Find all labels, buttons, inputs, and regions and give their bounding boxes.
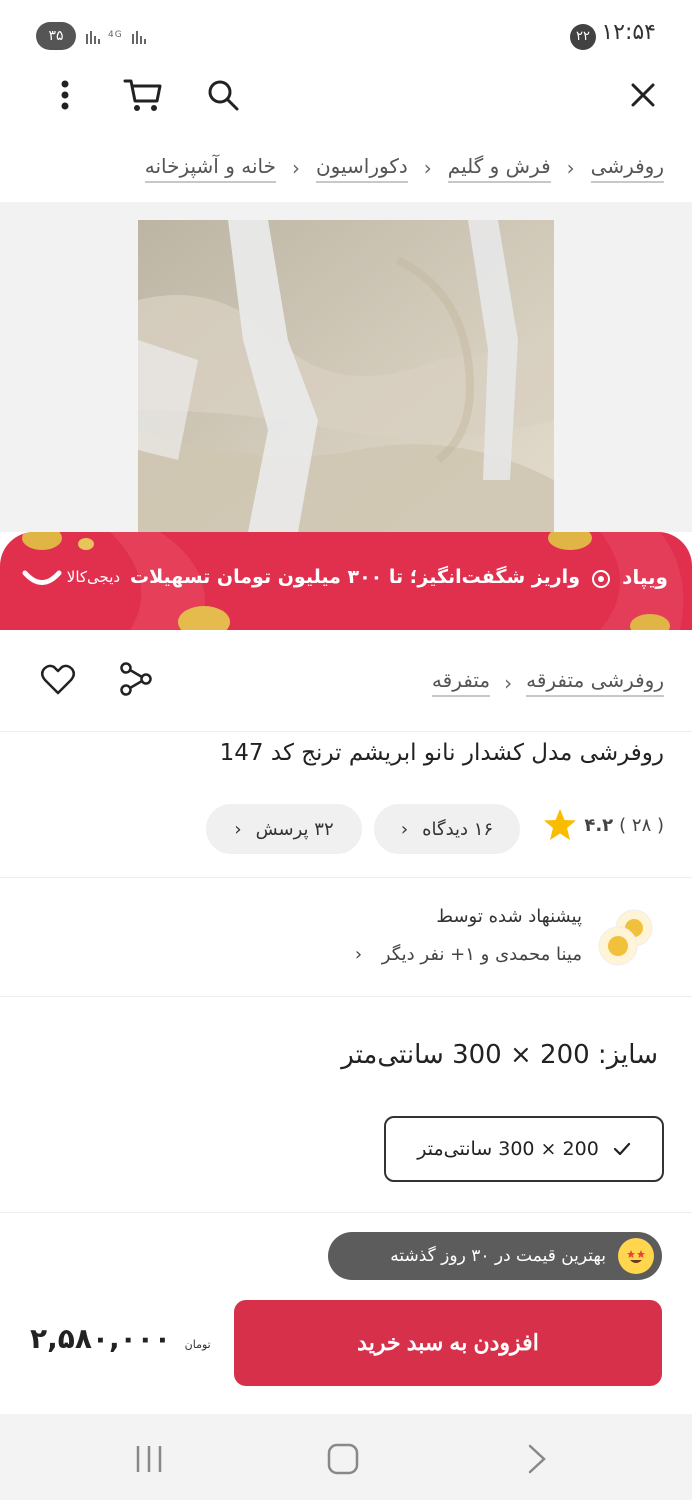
category-row: متفرقه ‹ روفرشی متفرقه [0, 630, 692, 732]
close-icon[interactable] [620, 72, 666, 118]
notification-count-badge: ۲۲ [570, 24, 596, 50]
divider [0, 1212, 692, 1213]
status-bar: ۱۲:۵۴ ۲۲ ۳۵ 4G [0, 0, 692, 70]
search-icon[interactable] [200, 72, 246, 118]
best-price-badge: بهترین قیمت در ۳۰ روز گذشته [328, 1232, 662, 1280]
add-to-cart-button[interactable]: افزودن به سبد خرید [234, 1300, 662, 1386]
banner-brand: ویپاد [591, 565, 668, 589]
battery-indicator: ۳۵ [36, 22, 76, 50]
digikala-logo-text: دیجی‌کالا [66, 568, 121, 586]
rating-count: ( ۲۸ ) [619, 814, 664, 836]
reviews-chip[interactable]: ۱۶ دیدگاه ‹ [374, 804, 520, 854]
more-vertical-icon[interactable] [42, 72, 88, 118]
category-breadcrumb: متفرقه ‹ روفرشی متفرقه [431, 668, 664, 697]
price: تومان ۲,۵۸۰,۰۰۰ [30, 1322, 211, 1355]
chevron-left-icon: ‹ [354, 944, 363, 965]
product-image-area [0, 202, 692, 532]
chevron-left-icon: ‹ [566, 156, 575, 180]
breadcrumb-item-decoration[interactable]: دکوراسیون [315, 154, 408, 183]
breadcrumb: خانه و آشپزخانه ‹ دکوراسیون ‹ فرش و گلیم… [144, 148, 664, 188]
size-label: سایز: 200 × 300 سانتی‌متر [341, 1040, 658, 1070]
back-icon[interactable] [524, 1442, 550, 1480]
rating-value: ۴.۲ [584, 814, 614, 836]
recommender-names-text: مینا محمدی و ۱+ نفر دیگر [381, 944, 582, 965]
product-image[interactable] [138, 220, 554, 532]
recommender-avatars [598, 908, 656, 966]
reviews-label: ۱۶ دیدگاه [422, 818, 494, 840]
best-price-text: بهترین قیمت در ۳۰ روز گذشته [390, 1246, 606, 1266]
currency-label: تومان [184, 1338, 211, 1351]
breadcrumb-item-home-kitchen[interactable]: خانه و آشپزخانه [144, 154, 276, 183]
recent-apps-icon[interactable] [132, 1444, 166, 1478]
top-toolbar [0, 70, 692, 130]
recommended-by-label: پیشنهاد شده توسط [436, 906, 582, 927]
chevron-left-icon: ‹ [291, 156, 300, 180]
digikala-logo: دیجی‌کالا [16, 568, 120, 586]
signal-icon: 4G [84, 26, 158, 52]
cart-icon[interactable] [120, 72, 166, 118]
system-nav-bar [0, 1414, 692, 1500]
chevron-left-icon: ‹ [504, 670, 513, 695]
questions-chip[interactable]: ۳۲ پرسش ‹ [206, 804, 362, 854]
recommended-by-names: مینا محمدی و ۱+ نفر دیگر ‹ [355, 944, 582, 965]
category-rug-misc[interactable]: روفرشی متفرقه [526, 668, 664, 697]
chevron-left-icon: ‹ [234, 818, 242, 840]
size-option-200x300[interactable]: 200 × 300 سانتی‌متر [384, 1116, 664, 1182]
recommended-by-section[interactable]: پیشنهاد شده توسط مینا محمدی و ۱+ نفر دیگ… [0, 877, 692, 997]
breadcrumb-item-carpet-rug[interactable]: فرش و گلیم [447, 154, 551, 183]
heart-icon[interactable] [40, 664, 76, 700]
product-title: روفرشی مدل کشدار نانو ابریشم ترنج کد 147 [219, 740, 664, 766]
share-icon[interactable] [118, 662, 154, 700]
size-option-label: 200 × 300 سانتی‌متر [417, 1138, 599, 1160]
banner-brand-text: ویپاد [622, 565, 668, 589]
promo-banner[interactable]: دیجی‌کالا واریز شگفت‌انگیز؛ تا ۳۰۰ میلیو… [0, 532, 692, 630]
vipad-logo-icon [592, 569, 611, 588]
chevron-left-icon: ‹ [423, 156, 432, 180]
questions-label: ۳۲ پرسش [255, 818, 334, 840]
smile-logo-icon [22, 570, 62, 585]
home-icon[interactable] [326, 1442, 360, 1480]
category-misc[interactable]: متفرقه [431, 668, 491, 697]
network-type-label: 4G [108, 30, 123, 40]
clock: ۱۲:۵۴ [601, 20, 656, 45]
price-value: ۲,۵۸۰,۰۰۰ [30, 1322, 171, 1355]
chevron-left-icon: ‹ [400, 818, 409, 840]
rating: ۴.۲ ( ۲۸ ) [542, 808, 664, 842]
star-icon [544, 809, 577, 840]
star-struck-emoji-icon [618, 1238, 654, 1274]
breadcrumb-item-rug-cover[interactable]: روفرشی [590, 154, 664, 183]
check-icon [613, 1142, 630, 1156]
banner-text: واریز شگفت‌انگیز؛ تا ۳۰۰ میلیون تومان تس… [130, 566, 580, 588]
